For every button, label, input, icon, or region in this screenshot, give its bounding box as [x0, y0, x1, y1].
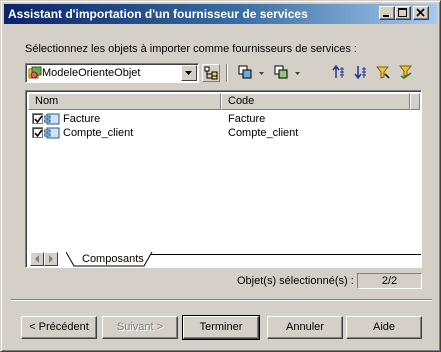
- next-button[interactable]: Suivant >: [102, 316, 178, 339]
- chevron-right-icon: [49, 255, 53, 263]
- move-up-tool-button[interactable]: [331, 64, 349, 82]
- toolbar-separator: [226, 64, 228, 82]
- minimize-icon: [383, 15, 389, 17]
- import-wizard-window: Assistant d'importation d'un fournisseur…: [0, 0, 441, 352]
- finish-button[interactable]: Terminer: [182, 315, 260, 340]
- component-icon: [44, 113, 60, 125]
- model-select[interactable]: ModeleOrienteObjet: [25, 63, 199, 83]
- use-filter-tool-button[interactable]: [398, 64, 416, 82]
- chevron-left-icon: [35, 255, 39, 263]
- filter-tool-button[interactable]: [273, 64, 291, 82]
- use-filter-icon: [399, 65, 413, 79]
- move-up-icon: [332, 65, 344, 78]
- properties-icon: [204, 66, 218, 80]
- close-icon: [416, 8, 425, 17]
- selected-count-value: 2/2: [357, 273, 422, 289]
- select-all-tool-button[interactable]: [237, 64, 255, 82]
- tab-composants[interactable]: Composants: [66, 252, 154, 267]
- model-icon: [28, 66, 42, 79]
- maximize-icon: [398, 8, 407, 17]
- row-name: Facture: [63, 113, 101, 125]
- filter-icon: [274, 65, 288, 79]
- model-select-dropdown[interactable]: [181, 65, 197, 81]
- row-checkbox[interactable]: [32, 113, 43, 124]
- list-item[interactable]: Compte_client Compte_client: [28, 126, 408, 140]
- properties-tool-button[interactable]: [202, 64, 220, 82]
- row-name: Compte_client: [63, 127, 134, 139]
- selected-count-label: Objet(s) sélectionné(s) :: [237, 275, 354, 287]
- row-code: Facture: [228, 113, 266, 125]
- tab-label: Composants: [82, 253, 144, 265]
- row-checkbox[interactable]: [32, 127, 43, 138]
- close-button[interactable]: [413, 6, 429, 20]
- move-down-tool-button[interactable]: [353, 64, 371, 82]
- chevron-down-icon[interactable]: [259, 72, 265, 76]
- move-down-icon: [354, 66, 366, 79]
- column-header-code[interactable]: Code: [221, 93, 410, 110]
- objects-list[interactable]: Nom Code Facture Facture Compte_client C…: [25, 90, 422, 268]
- instruction-label: Sélectionnez les objets à importer comme…: [25, 43, 357, 55]
- maximize-button[interactable]: [395, 6, 411, 20]
- chevron-down-icon: [185, 71, 192, 75]
- window-title: Assistant d'importation d'un fournisseur…: [8, 7, 308, 21]
- select-all-icon: [238, 65, 252, 79]
- checkmark-icon: [34, 115, 43, 124]
- separator-line: [11, 299, 432, 301]
- tab-scroll-left-button[interactable]: [30, 252, 44, 266]
- define-filter-icon: [376, 66, 390, 79]
- previous-button[interactable]: < Précédent: [21, 316, 97, 339]
- title-bar: Assistant d'importation d'un fournisseur…: [4, 4, 437, 24]
- model-select-value: ModeleOrienteObjet: [42, 67, 141, 79]
- chevron-down-icon[interactable]: [295, 72, 301, 76]
- column-header-filler: [410, 93, 420, 110]
- component-icon: [44, 127, 60, 139]
- minimize-button[interactable]: [379, 6, 395, 20]
- checkmark-icon: [34, 129, 43, 138]
- define-filter-tool-button[interactable]: [375, 64, 393, 82]
- cancel-button[interactable]: Annuler: [267, 316, 343, 339]
- tab-scroll-right-button[interactable]: [44, 252, 58, 266]
- help-button[interactable]: Aide: [346, 316, 422, 339]
- list-item[interactable]: Facture Facture: [28, 112, 408, 126]
- row-code: Compte_client: [228, 127, 299, 139]
- column-header-name[interactable]: Nom: [28, 93, 221, 110]
